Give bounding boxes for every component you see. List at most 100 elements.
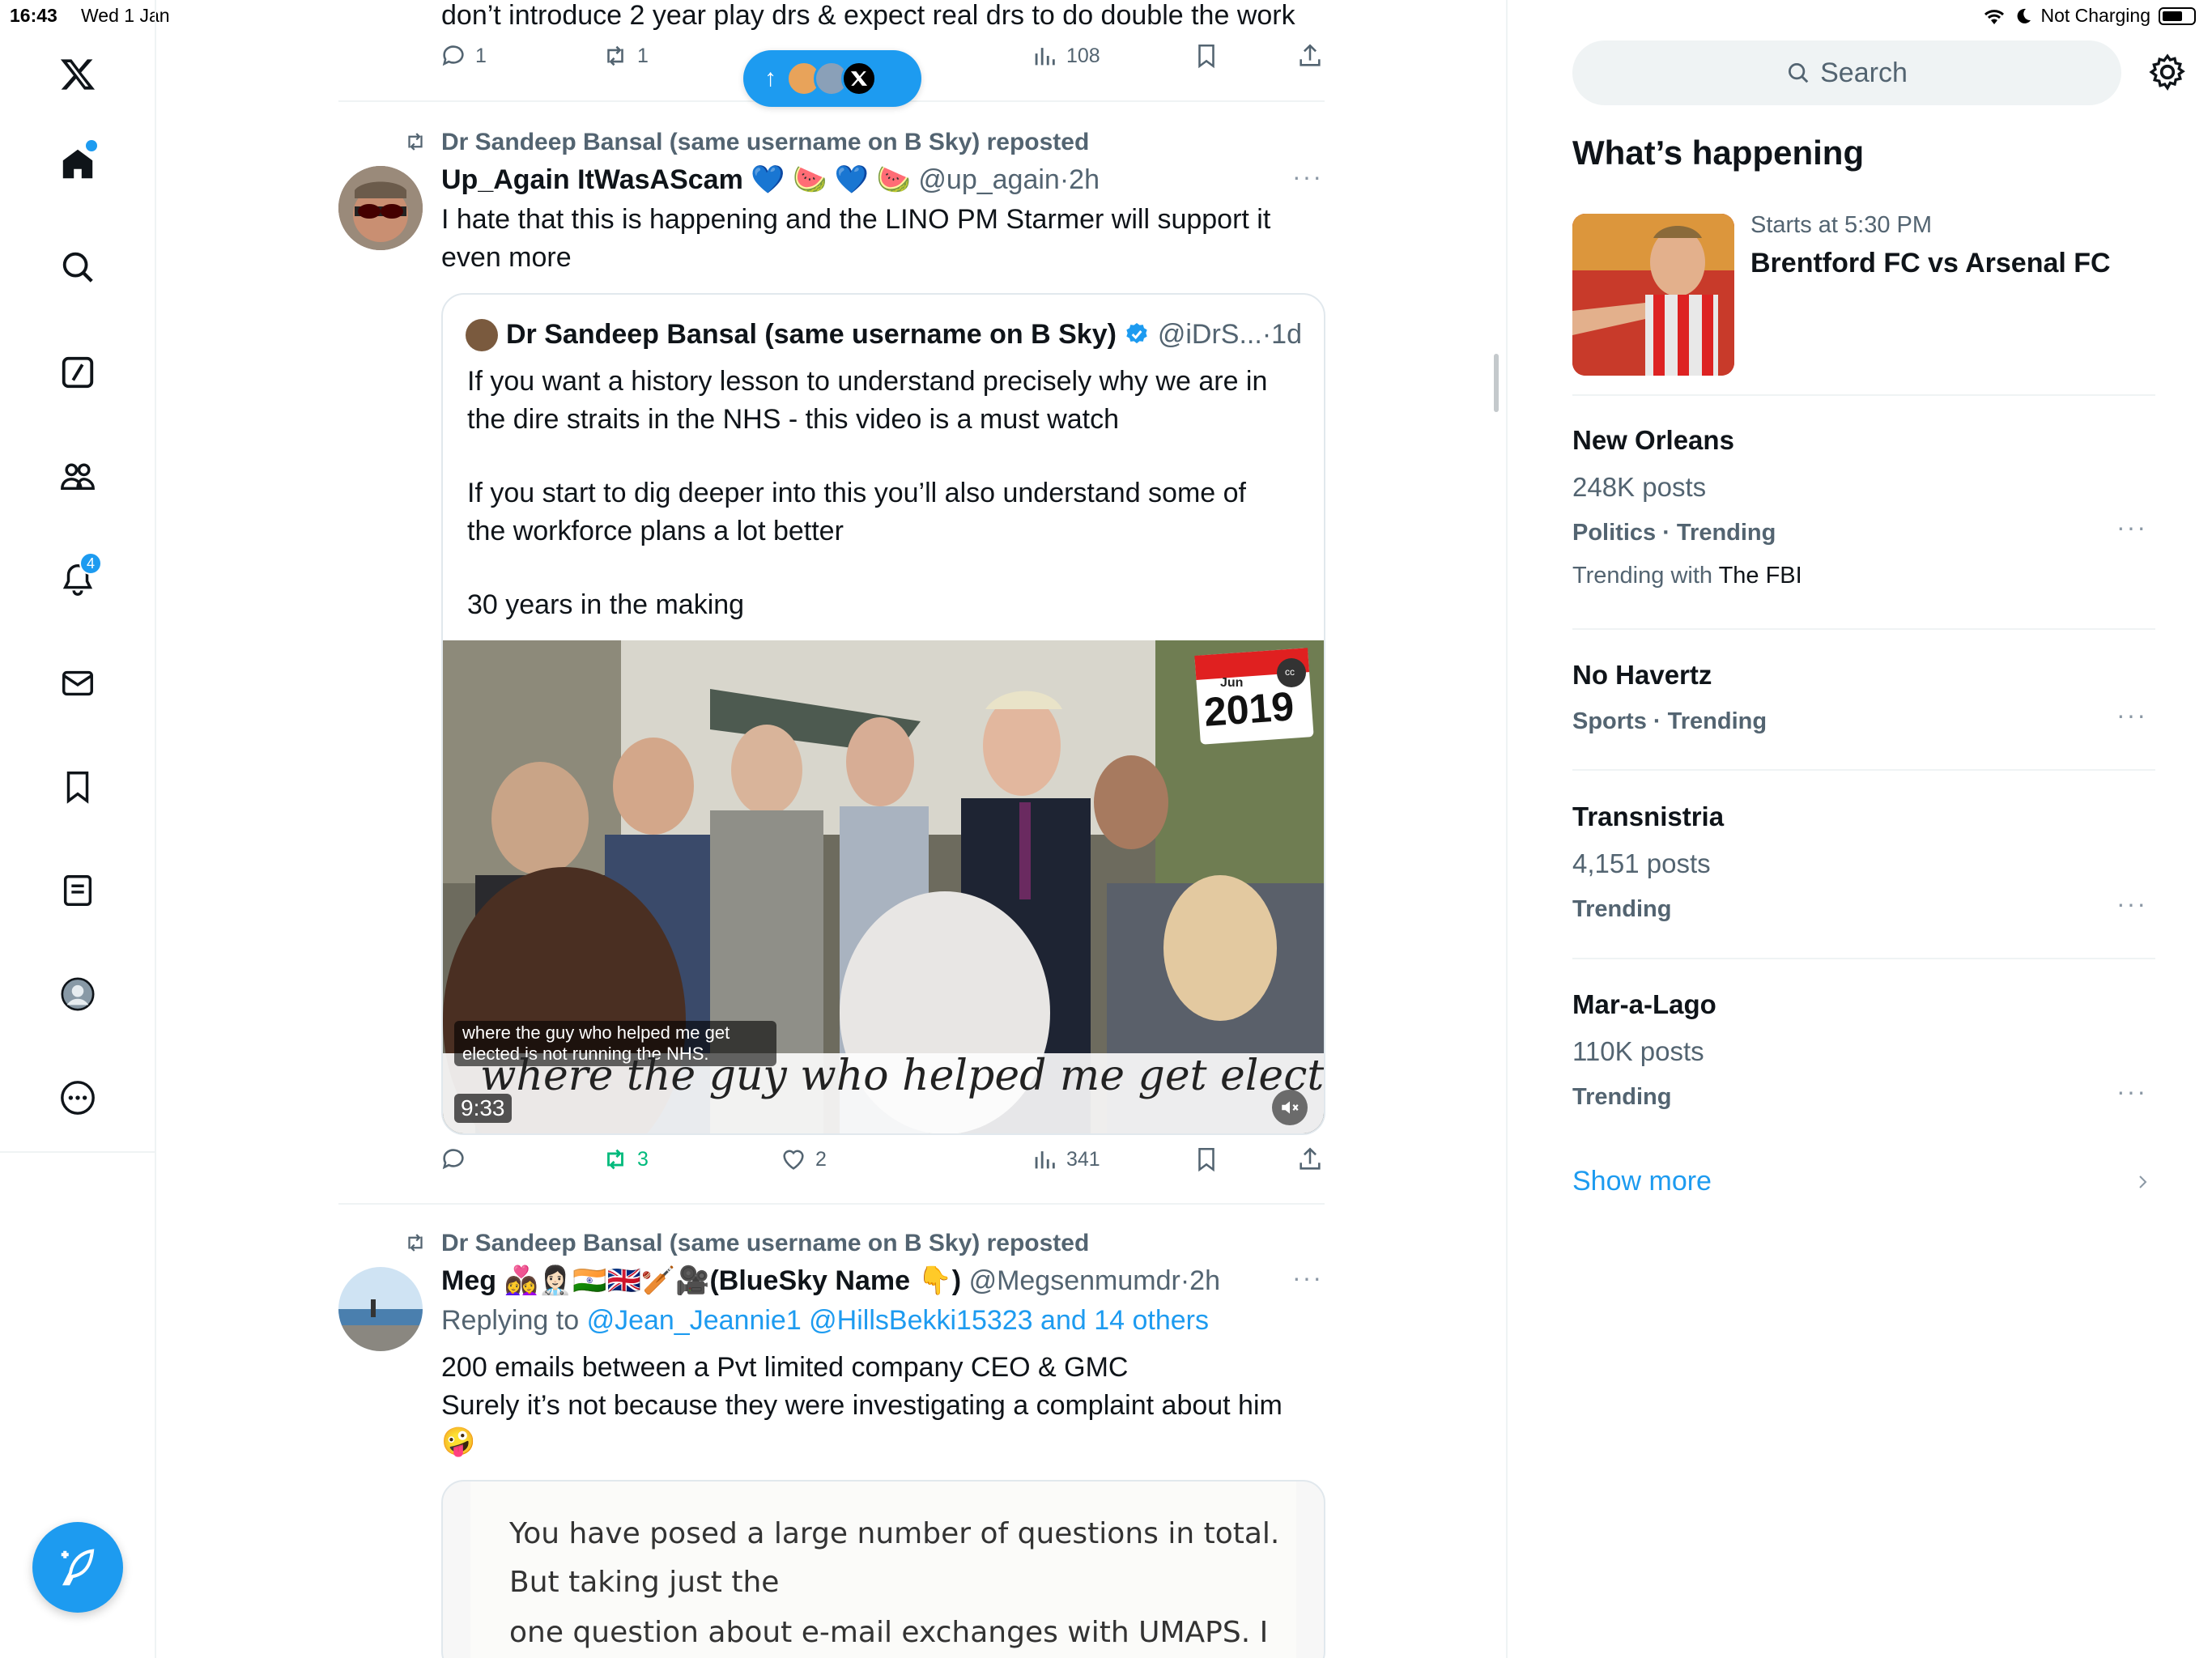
tweet-text: Surely it’s not because they were invest… <box>441 1390 1283 1421</box>
repost-icon <box>408 1234 423 1252</box>
heart-icon <box>783 1150 804 1170</box>
right-sidebar: Search What’s happening Starts at 5:30 P… <box>1506 0 2212 1658</box>
video-player[interactable]: Jun cc 2019 where the guy who helped me … <box>443 640 1324 1133</box>
tweet-header: Up_Again ItWasAScam 💙 🍉 💙 🍉 @up_again·2h <box>441 161 1100 199</box>
views-button[interactable]: 108 <box>1031 42 1100 70</box>
section-title: What’s happening <box>1572 134 1865 172</box>
more-options-icon[interactable]: ··· <box>1292 1263 1323 1293</box>
tweet-text: even more <box>441 242 572 273</box>
caption-text: where the guy who helped me get <box>462 1022 730 1043</box>
quote-text: 30 years in the making <box>467 589 745 620</box>
search-input[interactable]: Search <box>1572 40 2121 105</box>
avatar[interactable] <box>338 1267 423 1351</box>
tweet-text: 200 emails between a Pvt limited company… <box>441 1352 1129 1383</box>
replying-to-users[interactable]: @Jean_Jeannie1 @HillsBekki15323 and 14 o… <box>587 1305 1209 1336</box>
compose-button[interactable] <box>32 1522 123 1613</box>
tweet-image[interactable]: You have posed a large number of questio… <box>441 1480 1325 1658</box>
lists-icon[interactable] <box>53 866 102 915</box>
tweet-text: don’t introduce 2 year play drs & expect… <box>441 0 1295 31</box>
profile-icon[interactable] <box>53 970 102 1018</box>
home-unread-dot <box>86 140 97 151</box>
more-options-icon[interactable]: ··· <box>1292 162 1323 192</box>
tweet-text: I hate that this is happening and the LI… <box>441 204 1271 235</box>
home-icon[interactable] <box>53 140 102 189</box>
show-more-link[interactable]: Show more <box>1572 1166 1712 1197</box>
trend-context: Trending with The FBI <box>1572 563 1802 589</box>
bookmark-button[interactable] <box>1193 1146 1220 1173</box>
nav-divider <box>0 1151 156 1153</box>
grok-icon[interactable] <box>53 348 102 397</box>
notifications-badge: 4 <box>79 552 102 575</box>
quote-text: the workforce plans a lot better <box>467 516 844 546</box>
new-posts-pill[interactable]: ↑ <box>743 50 921 107</box>
search-placeholder: Search <box>1820 57 1908 88</box>
replying-to-label: Replying to <box>441 1305 580 1336</box>
cc-icon[interactable]: cc <box>1285 666 1295 678</box>
trend-divider <box>1572 394 2155 396</box>
event-image <box>1572 214 1734 376</box>
trend-divider <box>1572 958 2155 959</box>
share-button[interactable] <box>1296 42 1324 70</box>
author-name[interactable]: Meg 👩‍❤️‍👩👩🏻‍⚕️🇮🇳🇬🇧🏏🎥(BlueSky Name 👇) <box>441 1265 961 1296</box>
repost-button[interactable]: 1 <box>602 42 649 70</box>
notifications-icon[interactable]: 4 <box>53 552 102 604</box>
reply-button[interactable]: 1 <box>440 42 487 70</box>
feed: don’t introduce 2 year play drs & expect… <box>338 0 1325 1658</box>
views-button[interactable]: 341 <box>1031 1146 1100 1173</box>
share-icon <box>1300 1147 1321 1170</box>
tweet-time[interactable]: 2h <box>1189 1265 1220 1296</box>
repost-button[interactable]: 3 <box>602 1146 649 1173</box>
verified-badge-icon <box>1126 323 1148 344</box>
views-count: 341 <box>1066 1147 1100 1171</box>
gear-icon[interactable] <box>2147 52 2188 92</box>
more-options-icon[interactable]: ··· <box>2116 889 2147 919</box>
repost-count: 1 <box>637 44 649 67</box>
quote-text: If you start to dig deeper into this you… <box>467 478 1246 508</box>
search-icon[interactable] <box>53 243 102 291</box>
more-options-icon[interactable]: ··· <box>2116 512 2147 542</box>
more-options-icon[interactable]: ··· <box>2116 700 2147 730</box>
dot-separator: · <box>1180 1265 1190 1296</box>
repost-label: Dr Sandeep Bansal (same username on B Sk… <box>441 1230 1090 1256</box>
bookmark-button[interactable] <box>1193 42 1220 70</box>
views-icon <box>1035 48 1055 66</box>
trend-posts: 248K posts <box>1572 472 1707 502</box>
like-button[interactable]: 2 <box>780 1146 827 1173</box>
calendar-year: 2019 <box>1202 683 1296 735</box>
messages-icon[interactable] <box>53 659 102 708</box>
trend-category: Politics · Trending <box>1572 520 1776 546</box>
repost-icon <box>408 133 423 151</box>
author-handle[interactable]: @up_again <box>918 164 1059 195</box>
quote-text: the dire straits in the NHS - this video… <box>467 404 1119 435</box>
author-handle[interactable]: @Megsenmumdr <box>969 1265 1180 1296</box>
reply-button[interactable] <box>440 1146 475 1173</box>
share-button[interactable] <box>1296 1146 1324 1173</box>
tweet-time[interactable]: 2h <box>1069 164 1100 195</box>
repost-icon <box>607 1149 623 1170</box>
views-icon <box>1035 1151 1055 1169</box>
chevron-right-icon <box>2139 1175 2147 1188</box>
muted-speaker-icon <box>1282 1101 1299 1114</box>
trending-with-value: The FBI <box>1718 563 1802 589</box>
scrollbar-thumb[interactable] <box>1494 354 1499 412</box>
repost-icon <box>607 45 623 66</box>
bookmark-icon <box>1198 44 1214 69</box>
avatar <box>841 61 877 96</box>
avatar[interactable] <box>338 166 423 250</box>
document-text: You have posed a large number of questio… <box>509 1517 1280 1550</box>
x-logo-icon[interactable] <box>53 50 102 99</box>
author-name[interactable]: Up_Again ItWasAScam 💙 🍉 💙 🍉 <box>441 164 911 195</box>
more-icon[interactable] <box>53 1073 102 1122</box>
mute-button[interactable] <box>1272 1090 1308 1125</box>
trend-category: Trending <box>1572 1084 1672 1110</box>
bookmarks-icon[interactable] <box>53 763 102 811</box>
video-duration: 9:33 <box>454 1094 512 1123</box>
replying-to: Replying to @Jean_Jeannie1 @HillsBekki15… <box>441 1302 1209 1340</box>
communities-icon[interactable] <box>53 452 102 500</box>
trend-name: Transnistria <box>1572 801 1725 831</box>
quoted-tweet[interactable]: Dr Sandeep Bansal (same username on B Sk… <box>441 293 1325 1135</box>
more-options-icon[interactable]: ··· <box>2116 1077 2147 1107</box>
arrow-up-icon: ↑ <box>764 65 776 91</box>
tweet-time: 1d <box>1271 319 1302 350</box>
trend-divider <box>1572 628 2155 630</box>
